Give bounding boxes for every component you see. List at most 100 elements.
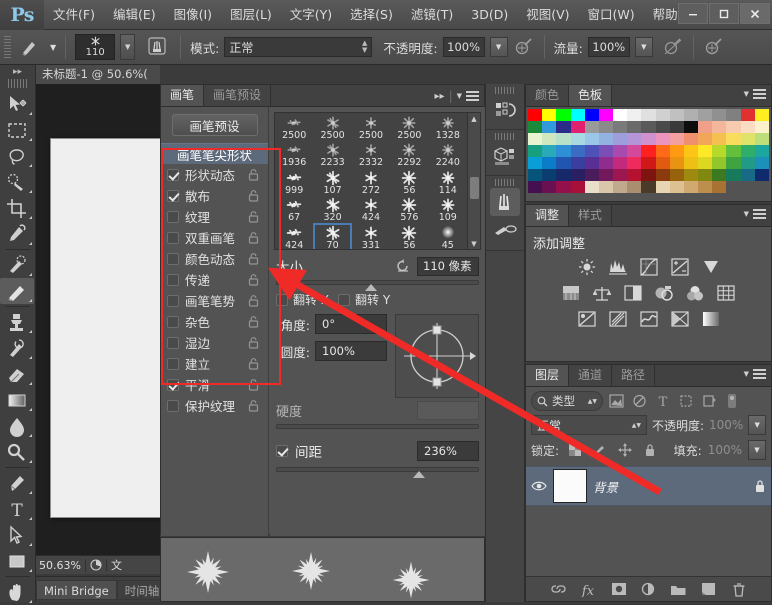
swatch-4-8[interactable] (641, 157, 656, 169)
swatch-5-2[interactable] (556, 169, 571, 181)
brush-option-checkbox[interactable] (167, 252, 179, 265)
layer-mask-icon[interactable] (610, 581, 627, 598)
swatch-2-15[interactable] (740, 133, 755, 145)
maximize-button[interactable] (709, 3, 739, 24)
flow-dropdown[interactable]: ▼ (634, 37, 653, 57)
swatch-4-13[interactable] (712, 157, 727, 169)
tab-画笔[interactable]: 画笔 (161, 85, 205, 106)
swatch-2-9[interactable] (655, 133, 670, 145)
swatch-0-8[interactable] (641, 109, 656, 121)
quick-selection-tool[interactable] (0, 169, 34, 195)
swatch-3-12[interactable] (698, 145, 713, 157)
brush-spacing-slider[interactable] (276, 467, 479, 478)
lock-icon[interactable] (248, 336, 262, 349)
brush-angle-dial[interactable] (395, 314, 479, 398)
brush-option-checkbox[interactable] (167, 168, 179, 181)
swatch-5-16[interactable] (754, 169, 769, 181)
swatch-6-12[interactable] (698, 181, 713, 193)
swatch-6-7[interactable] (627, 181, 642, 193)
brush-tip-424[interactable]: 424 (275, 223, 313, 249)
spot-healing-brush-tool[interactable] (0, 252, 34, 278)
brush-tip-114[interactable]: 114 (429, 168, 467, 196)
swatch-3-2[interactable] (556, 145, 571, 157)
swatch-1-14[interactable] (726, 121, 741, 133)
swatch-6-10[interactable] (669, 181, 684, 193)
panel-menu-icon[interactable] (753, 209, 766, 219)
brush-option-画笔笔势[interactable]: 画笔笔势 (161, 290, 268, 311)
blend-mode-combo[interactable]: 正常 ▲ ▼ (224, 37, 373, 57)
swatch-4-5[interactable] (598, 157, 614, 169)
swatch-3-4[interactable] (584, 145, 599, 157)
gradient-tool[interactable] (0, 387, 34, 413)
layer-thumbnail[interactable] (553, 469, 587, 503)
swatch-2-1[interactable] (542, 133, 557, 145)
scrollbar-thumb[interactable] (470, 177, 479, 199)
swatch-3-3[interactable] (570, 145, 585, 157)
swatch-4-15[interactable] (740, 157, 755, 169)
brush-size-display[interactable]: 110 (75, 34, 116, 60)
brush-presets-icon[interactable] (490, 217, 520, 245)
tab-样式[interactable]: 样式 (569, 205, 613, 226)
brush-presets-button[interactable]: 画笔预设 (171, 114, 258, 136)
link-layers-icon[interactable] (550, 581, 567, 598)
3d-properties-icon[interactable] (490, 142, 520, 170)
brush-option-checkbox[interactable] (167, 336, 179, 349)
swatch-6-0[interactable] (528, 181, 543, 193)
brush-tip-320[interactable]: 320 (313, 196, 351, 224)
layer-name[interactable]: 背景 (593, 477, 748, 496)
layer-opacity-dropdown[interactable]: ▼ (748, 415, 766, 435)
lock-icon[interactable] (248, 189, 262, 202)
chevron-down-icon[interactable]: ▼ (744, 90, 749, 98)
invert-icon[interactable] (576, 309, 598, 329)
posterize-icon[interactable] (607, 309, 629, 329)
new-group-icon[interactable] (670, 581, 687, 598)
swatch-0-1[interactable] (542, 109, 557, 121)
swatch-5-6[interactable] (613, 169, 628, 181)
menu-item-9[interactable]: 窗口(W) (579, 0, 644, 30)
brush-spacing-slider-knob[interactable] (413, 471, 425, 478)
lock-transparent-icon[interactable] (565, 441, 584, 460)
layer-fill-value[interactable]: 100% (708, 443, 742, 457)
history-actions-icon[interactable] (490, 96, 520, 124)
swatch-4-12[interactable] (698, 157, 713, 169)
swatch-5-13[interactable] (712, 169, 727, 181)
layer-blend-mode-combo[interactable]: 正常 ▲▼ (531, 415, 647, 435)
swatch-2-16[interactable] (754, 133, 769, 145)
brush-tip-67[interactable]: 67 (275, 196, 313, 224)
smart-object-filter-icon[interactable] (699, 392, 718, 411)
swatch-2-12[interactable] (698, 133, 713, 145)
swatch-3-8[interactable] (641, 145, 656, 157)
swatch-4-0[interactable] (528, 157, 543, 169)
swatch-1-9[interactable] (655, 121, 670, 133)
tab-调整[interactable]: 调整 (526, 205, 570, 226)
lock-icon[interactable] (248, 357, 262, 370)
swatch-5-1[interactable] (542, 169, 557, 181)
swatch-4-6[interactable] (613, 157, 628, 169)
photo-filter-icon[interactable] (653, 283, 675, 303)
brush-tip-56[interactable]: 56 (390, 223, 428, 249)
brush-option-纹理[interactable]: 纹理 (161, 206, 268, 227)
flow-input[interactable]: 100% (587, 37, 630, 57)
lasso-tool[interactable] (0, 143, 34, 169)
panel-menu-icon[interactable] (466, 91, 479, 101)
swatch-0-6[interactable] (613, 109, 628, 121)
swatch-5-8[interactable] (641, 169, 656, 181)
brush-tool-preview-icon[interactable] (19, 35, 45, 59)
brush-option-checkbox[interactable] (167, 231, 179, 244)
brush-option-散布[interactable]: 散布 (161, 185, 268, 206)
swatch-6-1[interactable] (542, 181, 557, 193)
swatch-5-4[interactable] (584, 169, 599, 181)
swatch-3-13[interactable] (712, 145, 727, 157)
shape-filter-icon[interactable] (676, 392, 695, 411)
swatch-6-4[interactable] (584, 181, 599, 193)
swatch-0-15[interactable] (740, 109, 755, 121)
dock-grip-2[interactable] (495, 133, 515, 140)
document-tab[interactable]: 未标题-1 @ 50.6%( (36, 65, 160, 84)
brush-tip-scrollbar[interactable]: ▲ ▼ (467, 113, 480, 249)
swatch-4-9[interactable] (655, 157, 670, 169)
canvas-page[interactable] (50, 138, 160, 518)
swatch-6-9[interactable] (655, 181, 670, 193)
options-bar-grip[interactable] (4, 36, 11, 58)
swatch-1-7[interactable] (627, 121, 642, 133)
curves-icon[interactable] (638, 257, 660, 277)
